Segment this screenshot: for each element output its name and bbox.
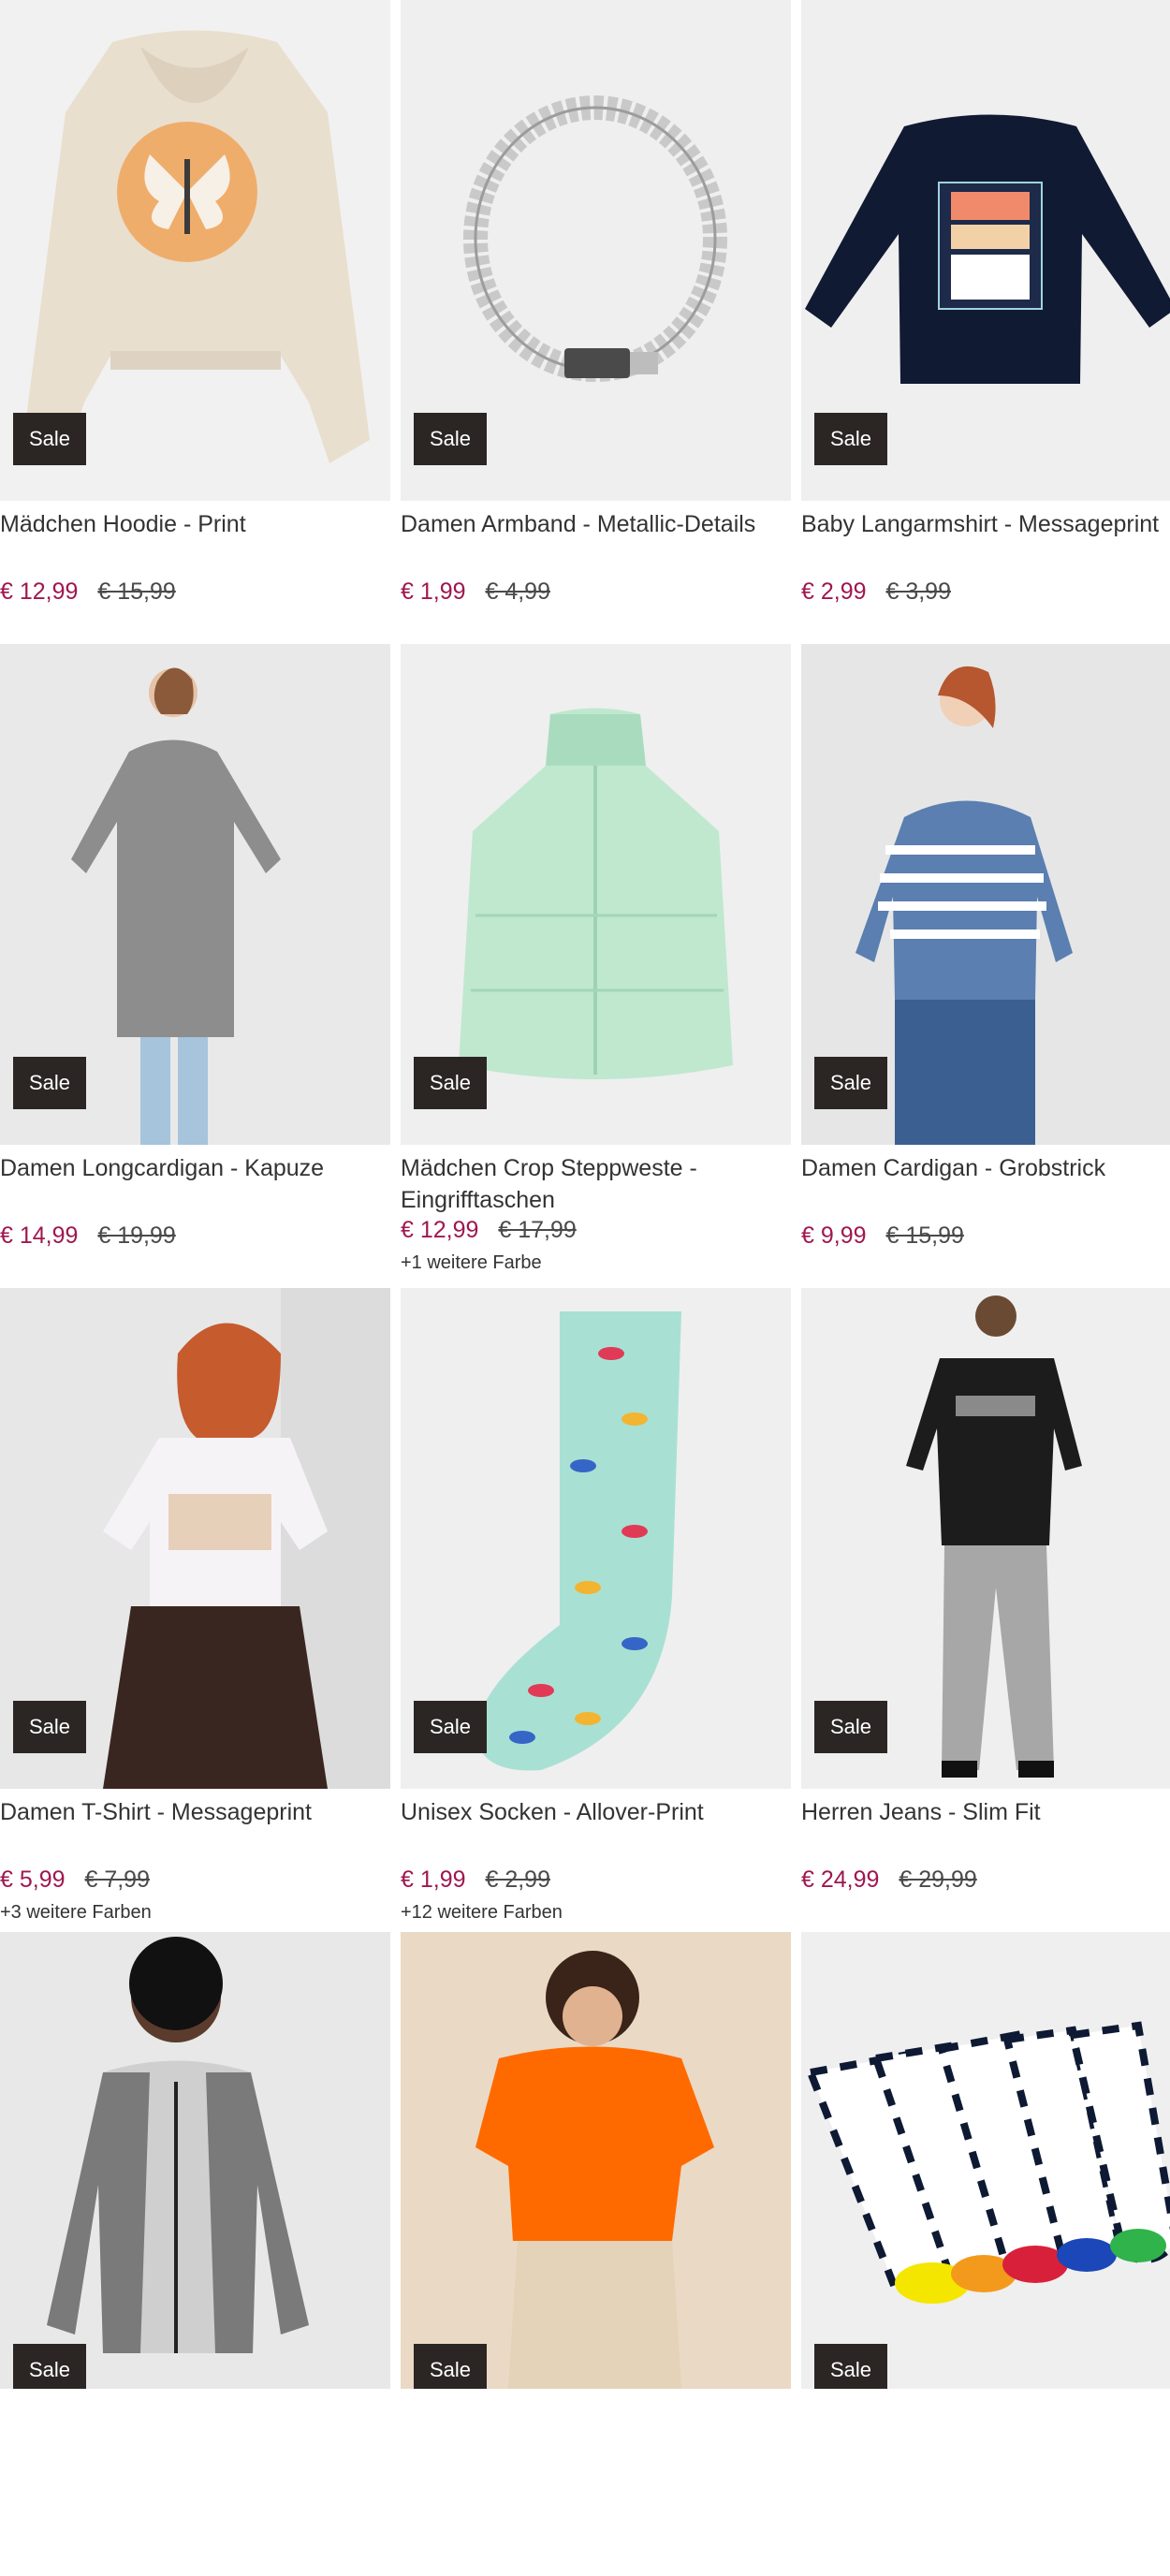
product-card[interactable]: Sale Baby Langarmshirt - Messageprint € …	[801, 0, 1170, 644]
product-card[interactable]: Sale	[0, 1932, 390, 2576]
product-image[interactable]: Sale	[0, 1288, 390, 1789]
product-title[interactable]: Baby Langarmshirt - Messageprint	[801, 508, 1170, 572]
sale-price: € 2,99	[801, 578, 867, 605]
sale-price: € 12,99	[401, 1217, 479, 1243]
original-price: € 15,99	[885, 1222, 964, 1249]
product-card[interactable]: Sale Herren Jeans - Slim Fit € 24,99 € 2…	[801, 1288, 1170, 1932]
product-prices: € 14,99 € 19,99	[0, 1220, 390, 1251]
product-image[interactable]: Sale	[401, 1932, 791, 2389]
original-price: € 4,99	[485, 578, 550, 605]
sale-badge: Sale	[814, 413, 887, 465]
sale-badge: Sale	[13, 413, 86, 465]
product-card[interactable]: Sale Damen T-Shirt - Messageprint € 5,99…	[0, 1288, 390, 1932]
original-price: € 15,99	[97, 578, 176, 605]
sale-badge: Sale	[814, 1057, 887, 1109]
product-title[interactable]: Damen Armband - Metallic-Details	[401, 508, 791, 572]
sale-price: € 14,99	[0, 1222, 79, 1249]
product-prices: € 24,99 € 29,99	[801, 1864, 1170, 1895]
product-card[interactable]: Sale	[401, 1932, 791, 2576]
product-prices: € 5,99 € 7,99	[0, 1864, 390, 1895]
orange-top-image	[401, 1932, 791, 2389]
product-prices: € 1,99 € 4,99	[401, 576, 791, 607]
sale-badge: Sale	[414, 1057, 487, 1109]
product-image[interactable]: Sale	[801, 1932, 1170, 2389]
original-price: € 19,99	[97, 1222, 176, 1249]
sale-price: € 9,99	[801, 1222, 867, 1249]
product-card[interactable]: Sale Unisex Socken - Allover-Print € 1,9…	[401, 1288, 791, 1932]
product-card[interactable]: Sale Mädchen Hoodie - Print € 12,99 € 15…	[0, 0, 390, 644]
sale-badge: Sale	[414, 2344, 487, 2389]
sale-price: € 1,99	[401, 578, 466, 605]
product-prices: € 1,99 € 2,99	[401, 1864, 791, 1895]
sale-price: € 24,99	[801, 1866, 880, 1893]
product-card[interactable]: Sale Damen Armband - Metallic-Details € …	[401, 0, 791, 644]
product-image[interactable]: Sale	[401, 1288, 791, 1789]
product-image[interactable]: Sale	[0, 1932, 390, 2389]
product-title[interactable]: Damen Cardigan - Grobstrick	[801, 1152, 1170, 1216]
product-image[interactable]: Sale	[401, 644, 791, 1145]
product-image[interactable]: Sale	[401, 0, 791, 501]
sale-price: € 1,99	[401, 1866, 466, 1893]
product-image[interactable]: Sale	[0, 644, 390, 1145]
original-price: € 3,99	[885, 578, 951, 605]
more-colors-text[interactable]: +1 weitere Farbe	[401, 1250, 791, 1276]
product-prices: € 12,99 € 17,99	[401, 1214, 791, 1246]
sale-price: € 12,99	[0, 578, 79, 605]
socks-image	[801, 1932, 1170, 2389]
sale-badge: Sale	[13, 2344, 86, 2389]
product-card[interactable]: Sale	[801, 1932, 1170, 2576]
product-image[interactable]: Sale	[801, 1288, 1170, 1789]
sale-price: € 5,99	[0, 1866, 66, 1893]
original-price: € 7,99	[84, 1866, 150, 1893]
product-prices: € 2,99 € 3,99	[801, 576, 1170, 607]
more-colors-text[interactable]: +12 weitere Farben	[401, 1899, 791, 1925]
product-image[interactable]: Sale	[801, 644, 1170, 1145]
product-title[interactable]: Herren Jeans - Slim Fit	[801, 1796, 1170, 1860]
product-title[interactable]: Damen Longcardigan - Kapuze	[0, 1152, 390, 1216]
product-image[interactable]: Sale	[0, 0, 390, 501]
sale-badge: Sale	[414, 1701, 487, 1753]
original-price: € 29,99	[899, 1866, 977, 1893]
product-title[interactable]: Unisex Socken - Allover-Print	[401, 1796, 791, 1860]
zip-jacket-image	[0, 1932, 390, 2389]
product-card[interactable]: Sale Damen Longcardigan - Kapuze € 14,99…	[0, 644, 390, 1288]
product-title[interactable]: Damen T-Shirt - Messageprint	[0, 1796, 390, 1860]
product-card[interactable]: Sale Damen Cardigan - Grobstrick € 9,99 …	[801, 644, 1170, 1288]
product-grid: Sale Mädchen Hoodie - Print € 12,99 € 15…	[0, 0, 1170, 2576]
original-price: € 2,99	[485, 1866, 550, 1893]
product-title[interactable]: Mädchen Hoodie - Print	[0, 508, 390, 572]
product-title[interactable]: Mädchen Crop Steppweste - Eingrifftasche…	[401, 1152, 791, 1216]
original-price: € 17,99	[498, 1217, 577, 1243]
product-prices: € 9,99 € 15,99	[801, 1220, 1170, 1251]
sale-badge: Sale	[814, 1701, 887, 1753]
sale-badge: Sale	[13, 1057, 86, 1109]
product-image[interactable]: Sale	[801, 0, 1170, 501]
product-card[interactable]: Sale Mädchen Crop Steppweste - Eingrifft…	[401, 644, 791, 1288]
sale-badge: Sale	[414, 413, 487, 465]
product-prices: € 12,99 € 15,99	[0, 576, 390, 607]
more-colors-text[interactable]: +3 weitere Farben	[0, 1899, 390, 1925]
sale-badge: Sale	[13, 1701, 86, 1753]
sale-badge: Sale	[814, 2344, 887, 2389]
